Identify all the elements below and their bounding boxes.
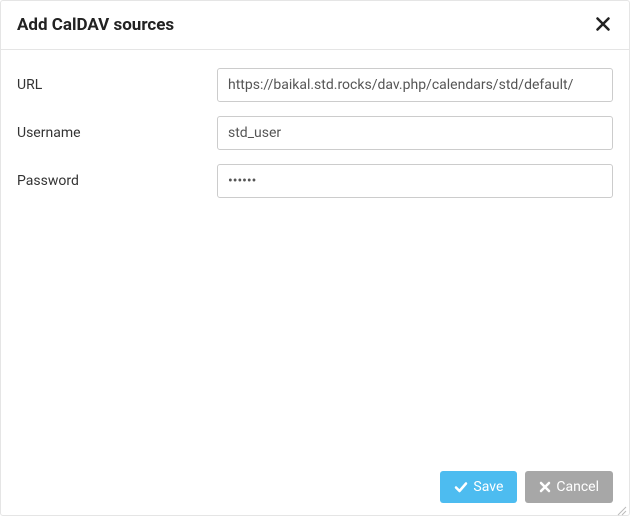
cancel-button[interactable]: Cancel [525, 471, 613, 503]
modal-header: Add CalDAV sources [1, 1, 629, 50]
password-input[interactable] [217, 164, 613, 198]
x-icon [539, 481, 551, 493]
modal-title: Add CalDAV sources [17, 15, 174, 35]
form-row-url: URL [17, 68, 613, 102]
add-caldav-modal: Add CalDAV sources URL Username Password [0, 0, 630, 516]
close-icon [596, 17, 610, 34]
form-row-username: Username [17, 116, 613, 150]
close-button[interactable] [593, 15, 613, 35]
save-label: Save [473, 479, 503, 495]
cancel-label: Cancel [556, 479, 599, 495]
check-icon [454, 480, 468, 494]
modal-footer: Save Cancel [1, 459, 629, 515]
save-button[interactable]: Save [440, 471, 517, 503]
modal-body: URL Username Password [1, 50, 629, 459]
username-label: Username [17, 125, 217, 141]
form-row-password: Password [17, 164, 613, 198]
url-input[interactable] [217, 68, 613, 102]
password-label: Password [17, 173, 217, 189]
username-input[interactable] [217, 116, 613, 150]
url-label: URL [17, 77, 217, 93]
